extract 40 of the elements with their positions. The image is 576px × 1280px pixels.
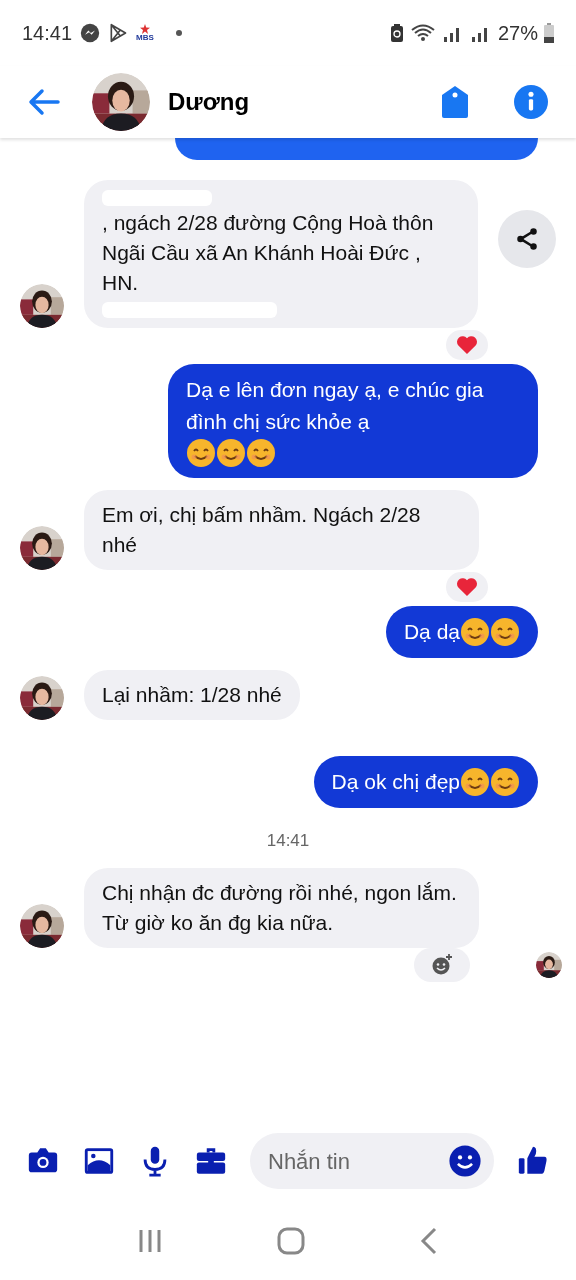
back-button[interactable]	[28, 88, 60, 116]
message-text: Dạ e lên đơn ngay ạ, e chúc gia đình chị sức khỏe ạ	[186, 377, 485, 435]
star-icon	[139, 24, 150, 34]
message-text: Dạ ok chị đẹp	[331, 769, 460, 795]
back-icon[interactable]	[419, 1227, 439, 1255]
smiling-face-icon	[246, 438, 276, 468]
smiling-face-icon	[216, 438, 246, 468]
heart-icon	[456, 577, 478, 597]
message-text: , ngách 2/28 đường Cộng Hoà thôn Ngãi Cầu xã An Khánh Hoài Đức , HN.	[102, 210, 435, 296]
home-icon[interactable]	[277, 1227, 305, 1255]
smiling-face-icon	[490, 617, 520, 647]
battery-percent: 27%	[497, 21, 538, 46]
contact-name: Dương	[168, 87, 251, 117]
status-time: 14:41	[22, 21, 73, 46]
smiling-face-icon	[460, 767, 490, 797]
recent-apps-icon[interactable]	[137, 1228, 163, 1254]
message-text: Dạ dạ	[403, 619, 460, 645]
smiling-face-icon	[460, 617, 490, 647]
play-store-icon	[108, 23, 129, 43]
message-input[interactable]: Nhắn tin	[268, 1144, 448, 1178]
add-reaction-icon	[430, 952, 454, 977]
message-text: Chị nhận đc đường rồi nhé, ngon lắm. Từ giờ ko ăn đg kia nữa.	[102, 879, 458, 936]
message-text: Em ơi, chị bấm nhầm. Ngách 2/28 nhé	[102, 502, 422, 558]
wifi-icon	[409, 23, 436, 43]
smiling-face-icon	[186, 438, 216, 468]
battery-saver-icon	[389, 23, 404, 43]
back-arrow-icon	[28, 88, 60, 116]
timestamp: 14:41	[266, 830, 310, 852]
emoji-icon[interactable]	[448, 1144, 482, 1178]
smiling-face-icon	[490, 767, 520, 797]
battery-icon	[544, 23, 554, 43]
add-reaction-button[interactable]	[414, 947, 470, 982]
info-icon[interactable]	[514, 85, 548, 119]
message-field[interactable]: Nhắn tin	[250, 1133, 494, 1189]
messenger-icon	[80, 23, 101, 43]
message-text: Lại nhầm: 1/28 nhé	[102, 682, 282, 708]
tag-icon[interactable]	[440, 85, 470, 119]
app-badge-text: MBS	[136, 34, 154, 42]
share-icon	[514, 226, 540, 252]
heart-icon	[456, 335, 478, 355]
